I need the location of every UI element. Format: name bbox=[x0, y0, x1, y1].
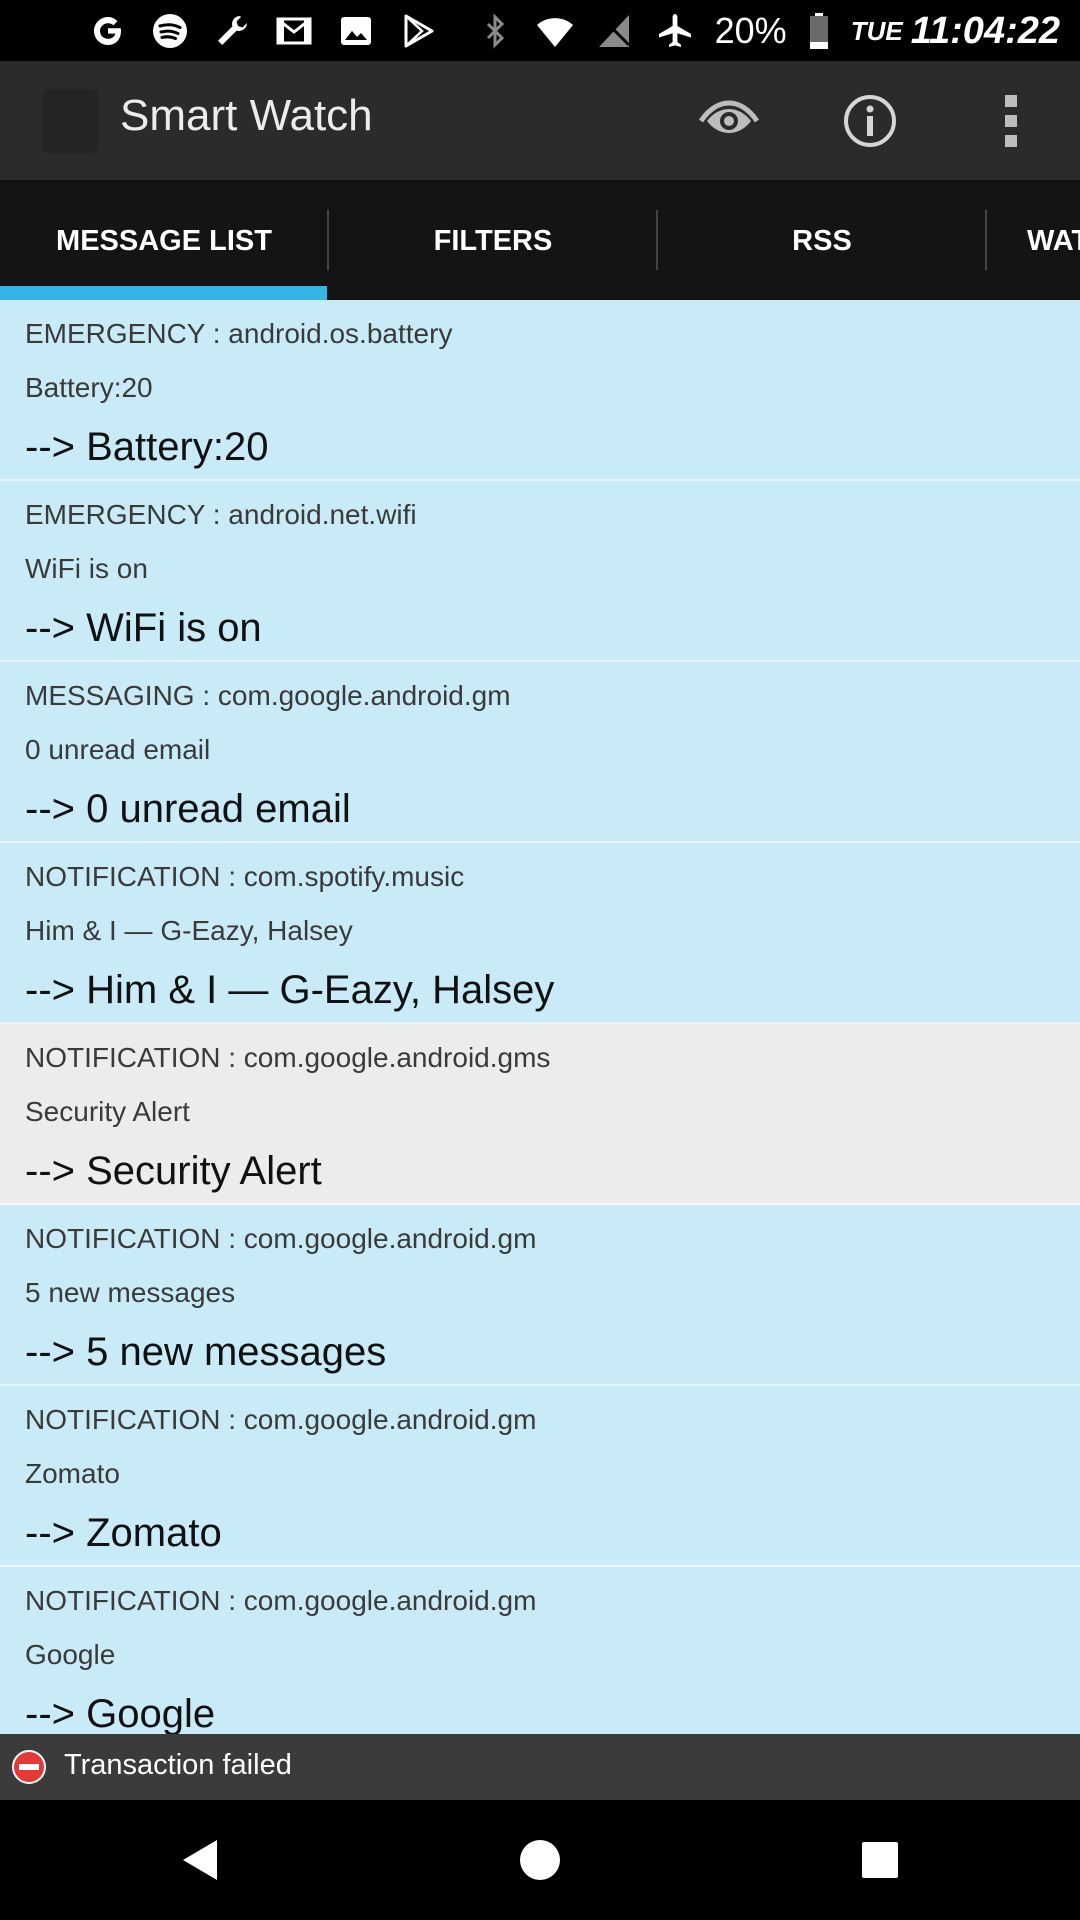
message-forward: --> Google bbox=[25, 1692, 216, 1734]
message-forward: --> Zomato bbox=[25, 1511, 222, 1555]
toast-message: Transaction failed bbox=[64, 1749, 292, 1781]
status-day: TUE bbox=[850, 15, 903, 46]
recents-button[interactable] bbox=[850, 1830, 910, 1890]
battery-icon bbox=[807, 11, 831, 51]
message-text: Him & I — G-Eazy, Halsey bbox=[25, 915, 353, 946]
back-button[interactable] bbox=[171, 1830, 231, 1890]
tab-message-list[interactable]: MESSAGE LIST bbox=[0, 182, 328, 300]
message-text: 0 unread email bbox=[25, 734, 211, 765]
message-source: EMERGENCY : android.os.battery bbox=[25, 318, 453, 349]
message-forward: --> Battery:20 bbox=[25, 425, 269, 469]
bluetooth-icon bbox=[475, 11, 515, 51]
message-source: EMERGENCY : android.net.wifi bbox=[25, 499, 417, 530]
google-icon bbox=[88, 11, 128, 51]
error-toast: Transaction failed bbox=[0, 1734, 1080, 1800]
list-item[interactable]: MESSAGING : com.google.android.gm 0 unre… bbox=[0, 662, 1080, 843]
list-item[interactable]: NOTIFICATION : com.google.android.gm 5 n… bbox=[0, 1205, 1080, 1386]
list-item[interactable]: EMERGENCY : android.os.battery Battery:2… bbox=[0, 300, 1080, 481]
message-text: Zomato bbox=[25, 1458, 120, 1489]
no-sim-icon bbox=[595, 11, 635, 51]
selected-tab-indicator bbox=[0, 286, 327, 300]
list-item[interactable]: NOTIFICATION : com.google.android.gm Zom… bbox=[0, 1386, 1080, 1567]
play-store-icon bbox=[398, 11, 438, 51]
back-icon bbox=[183, 1840, 217, 1880]
info-button[interactable] bbox=[838, 89, 902, 153]
spotify-icon bbox=[150, 11, 190, 51]
message-source: NOTIFICATION : com.google.android.gm bbox=[25, 1585, 537, 1616]
overflow-menu-button[interactable] bbox=[979, 89, 1043, 153]
eye-icon bbox=[698, 100, 760, 133]
list-item[interactable]: NOTIFICATION : com.spotify.music Him & I… bbox=[0, 843, 1080, 1024]
wifi-icon bbox=[535, 11, 575, 51]
tab-rss[interactable]: RSS bbox=[658, 182, 986, 300]
message-source: NOTIFICATION : com.spotify.music bbox=[25, 861, 465, 892]
navigation-bar bbox=[0, 1800, 1080, 1920]
wrench-icon bbox=[212, 11, 252, 51]
list-item-highlighted[interactable]: NOTIFICATION : com.google.android.gms Se… bbox=[0, 1024, 1080, 1205]
message-source: NOTIFICATION : com.google.android.gms bbox=[25, 1042, 551, 1073]
error-icon bbox=[12, 1750, 46, 1784]
info-icon bbox=[844, 95, 896, 147]
app-title: Smart Watch bbox=[120, 91, 373, 140]
app-bar: Smart Watch bbox=[0, 61, 1080, 182]
message-text: WiFi is on bbox=[25, 553, 148, 584]
tab-filters[interactable]: FILTERS bbox=[329, 182, 657, 300]
status-time: 11:04:22 bbox=[910, 9, 1060, 52]
recents-icon bbox=[862, 1842, 898, 1878]
message-source: NOTIFICATION : com.google.android.gm bbox=[25, 1223, 537, 1254]
message-forward: --> WiFi is on bbox=[25, 606, 262, 650]
message-text: Security Alert bbox=[25, 1096, 190, 1127]
list-item[interactable]: EMERGENCY : android.net.wifi WiFi is on … bbox=[0, 481, 1080, 662]
message-text: 5 new messages bbox=[25, 1277, 236, 1308]
gmail-icon bbox=[274, 11, 314, 51]
photos-icon bbox=[336, 11, 376, 51]
tab-bar: MESSAGE LIST FILTERS RSS WAT bbox=[0, 182, 1080, 300]
message-list[interactable]: EMERGENCY : android.os.battery Battery:2… bbox=[0, 300, 1080, 1734]
message-forward: --> Him & I — G-Eazy, Halsey bbox=[25, 968, 555, 1012]
app-logo bbox=[42, 89, 98, 153]
battery-percent: 20% bbox=[714, 10, 787, 51]
system-status: 20% TUE 11:04:22 bbox=[475, 6, 1060, 56]
list-item[interactable]: NOTIFICATION : com.google.android.gm Goo… bbox=[0, 1567, 1080, 1734]
message-source: NOTIFICATION : com.google.android.gm bbox=[25, 1404, 537, 1435]
message-source: MESSAGING : com.google.android.gm bbox=[25, 680, 511, 711]
tab-watch[interactable]: WAT bbox=[987, 182, 1080, 300]
message-forward: --> Security Alert bbox=[25, 1149, 322, 1193]
status-bar: 20% TUE 11:04:22 bbox=[0, 0, 1080, 61]
eye-button[interactable] bbox=[697, 89, 761, 153]
home-button[interactable] bbox=[510, 1830, 570, 1890]
overflow-menu-icon bbox=[1005, 95, 1017, 147]
message-forward: --> 0 unread email bbox=[25, 787, 351, 831]
home-icon bbox=[520, 1840, 560, 1880]
notification-icons bbox=[88, 6, 438, 56]
message-forward: --> 5 new messages bbox=[25, 1330, 387, 1374]
message-text: Google bbox=[25, 1639, 116, 1670]
message-text: Battery:20 bbox=[25, 372, 153, 403]
airplane-icon bbox=[655, 11, 695, 51]
